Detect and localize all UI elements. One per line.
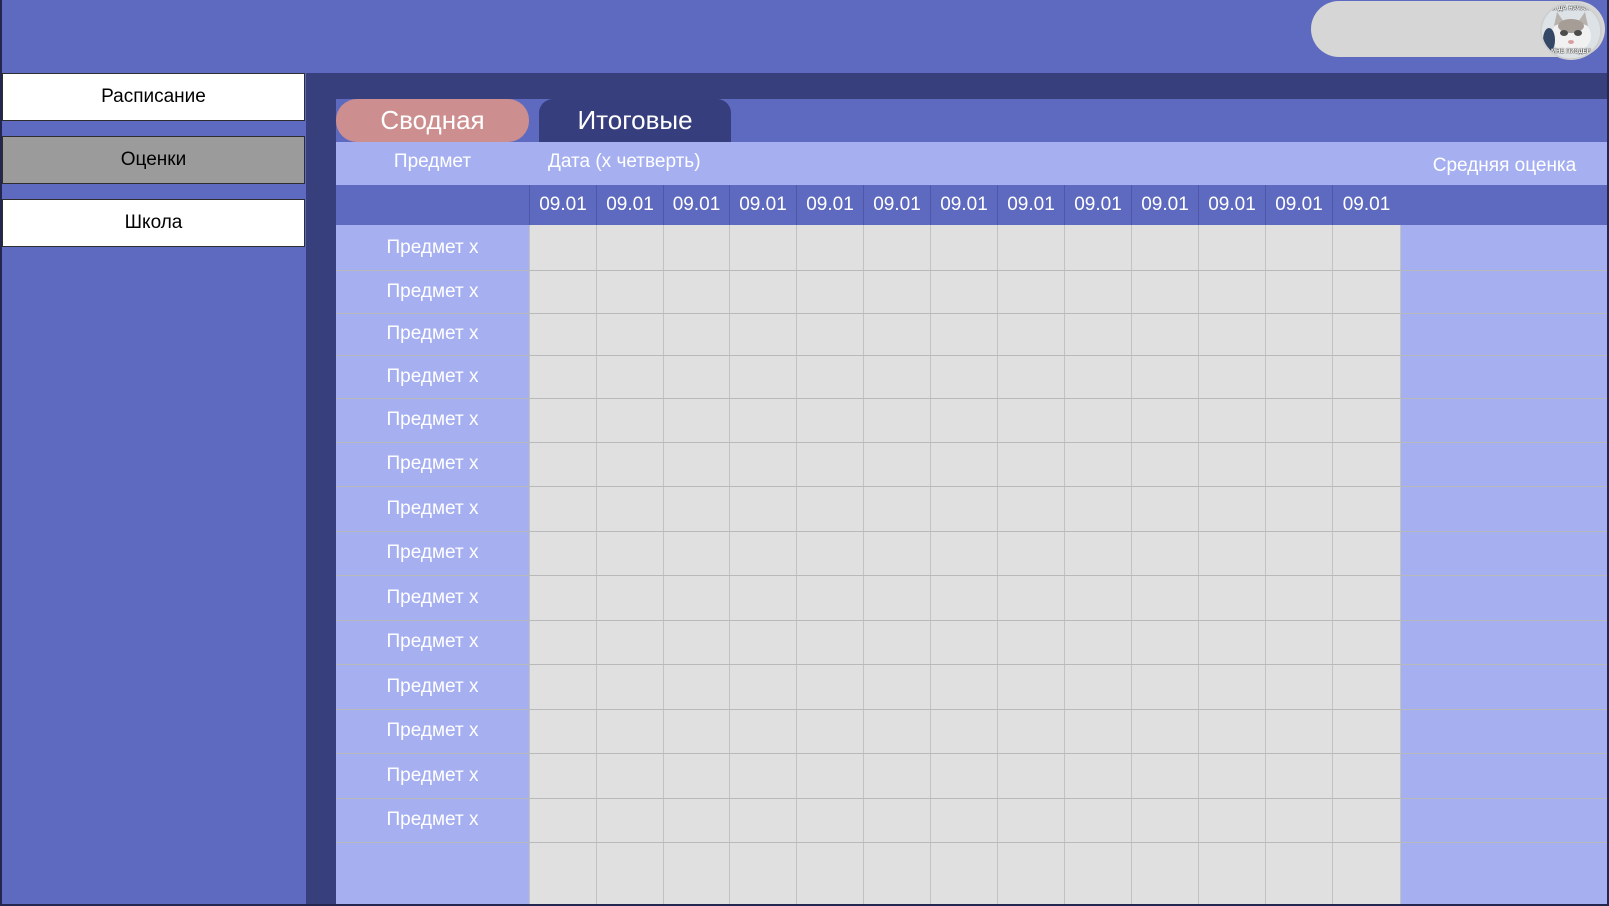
grid-vertical-line: [1400, 225, 1401, 906]
subject-row-label[interactable]: Предмет х: [336, 281, 529, 303]
grid-vertical-line: [796, 225, 797, 906]
sidebar-item-grades[interactable]: Оценки: [2, 136, 305, 184]
grid-vertical-line: [1265, 225, 1266, 906]
sidebar: Расписание Оценки Школа: [0, 73, 306, 906]
subject-row-label[interactable]: Предмет х: [336, 409, 529, 431]
subject-row-label[interactable]: Предмет х: [336, 676, 529, 698]
date-column-header: 09.01: [930, 185, 997, 225]
avatar-caption-top: КОГДА НАЧАЛ…: [1546, 6, 1596, 12]
user-avatar-icon[interactable]: КОГДА НАЧАЛ… МНЕ ПИЗДЕЦ: [1540, 2, 1602, 60]
sidebar-item-schedule[interactable]: Расписание: [2, 73, 305, 121]
grid-horizontal-line: [336, 486, 1609, 487]
subject-header: Предмет: [393, 151, 472, 172]
grades-grid: [529, 225, 1400, 906]
top-bar: КОГДА НАЧАЛ… МНЕ ПИЗДЕЦ: [0, 0, 1609, 73]
grid-vertical-line: [729, 225, 730, 906]
subject-row-label[interactable]: Предмет х: [336, 720, 529, 742]
grid-horizontal-line: [336, 620, 1609, 621]
grid-horizontal-line: [336, 355, 1609, 356]
grid-vertical-line: [1332, 225, 1333, 906]
date-column-header: 09.01: [1198, 185, 1265, 225]
grid-horizontal-line: [336, 753, 1609, 754]
sidebar-item-school[interactable]: Школа: [2, 199, 305, 247]
grid-vertical-line: [1131, 225, 1132, 906]
grid-horizontal-line: [336, 270, 1609, 271]
date-column-header: 09.01: [1131, 185, 1198, 225]
avatar-caption-bottom: МНЕ ПИЗДЕЦ: [1550, 49, 1592, 55]
grid-horizontal-line: [336, 531, 1609, 532]
tab-final[interactable]: Итоговые: [539, 99, 731, 142]
grid-horizontal-line: [336, 575, 1609, 576]
grid-horizontal-line: [336, 442, 1609, 443]
grid-vertical-line: [596, 225, 597, 906]
subject-row-label[interactable]: Предмет х: [336, 765, 529, 787]
subject-row-label[interactable]: Предмет х: [336, 631, 529, 653]
subject-row-label[interactable]: Предмет х: [336, 498, 529, 520]
average-column: [1400, 142, 1609, 906]
date-column-header: 09.01: [1064, 185, 1131, 225]
grid-horizontal-line: [336, 398, 1609, 399]
grid-horizontal-line: [336, 842, 1609, 843]
grid-vertical-line: [1064, 225, 1065, 906]
grid-horizontal-line: [336, 709, 1609, 710]
tab-summary[interactable]: Сводная: [336, 99, 529, 142]
date-header: Дата (х четверть): [548, 151, 701, 172]
subject-row-label[interactable]: Предмет х: [336, 323, 529, 345]
grid-vertical-line: [863, 225, 864, 906]
date-column-header: 09.01: [997, 185, 1064, 225]
date-column-header: 09.01: [663, 185, 729, 225]
subject-row-label[interactable]: Предмет х: [336, 809, 529, 831]
subject-row-label[interactable]: Предмет х: [336, 237, 529, 259]
date-column-header: 09.01: [1332, 185, 1400, 225]
grid-vertical-line: [1198, 225, 1199, 906]
grid-vertical-line: [930, 225, 931, 906]
subject-row-label[interactable]: Предмет х: [336, 366, 529, 388]
date-column-header: 09.01: [796, 185, 863, 225]
subject-row-label[interactable]: Предмет х: [336, 587, 529, 609]
grid-vertical-line: [529, 225, 530, 906]
date-column-header: 09.01: [529, 185, 596, 225]
grid-vertical-line: [663, 225, 664, 906]
grid-horizontal-line: [336, 798, 1609, 799]
subject-row-label[interactable]: Предмет х: [336, 542, 529, 564]
date-column-header: 09.01: [1265, 185, 1332, 225]
date-column-header: 09.01: [729, 185, 796, 225]
grid-horizontal-line: [336, 313, 1609, 314]
date-column-header: 09.01: [863, 185, 930, 225]
date-column-header: 09.01: [596, 185, 663, 225]
subject-row-label[interactable]: Предмет х: [336, 453, 529, 475]
grid-vertical-line: [997, 225, 998, 906]
average-header: Средняя оценка: [1432, 155, 1577, 176]
grid-horizontal-line: [336, 664, 1609, 665]
